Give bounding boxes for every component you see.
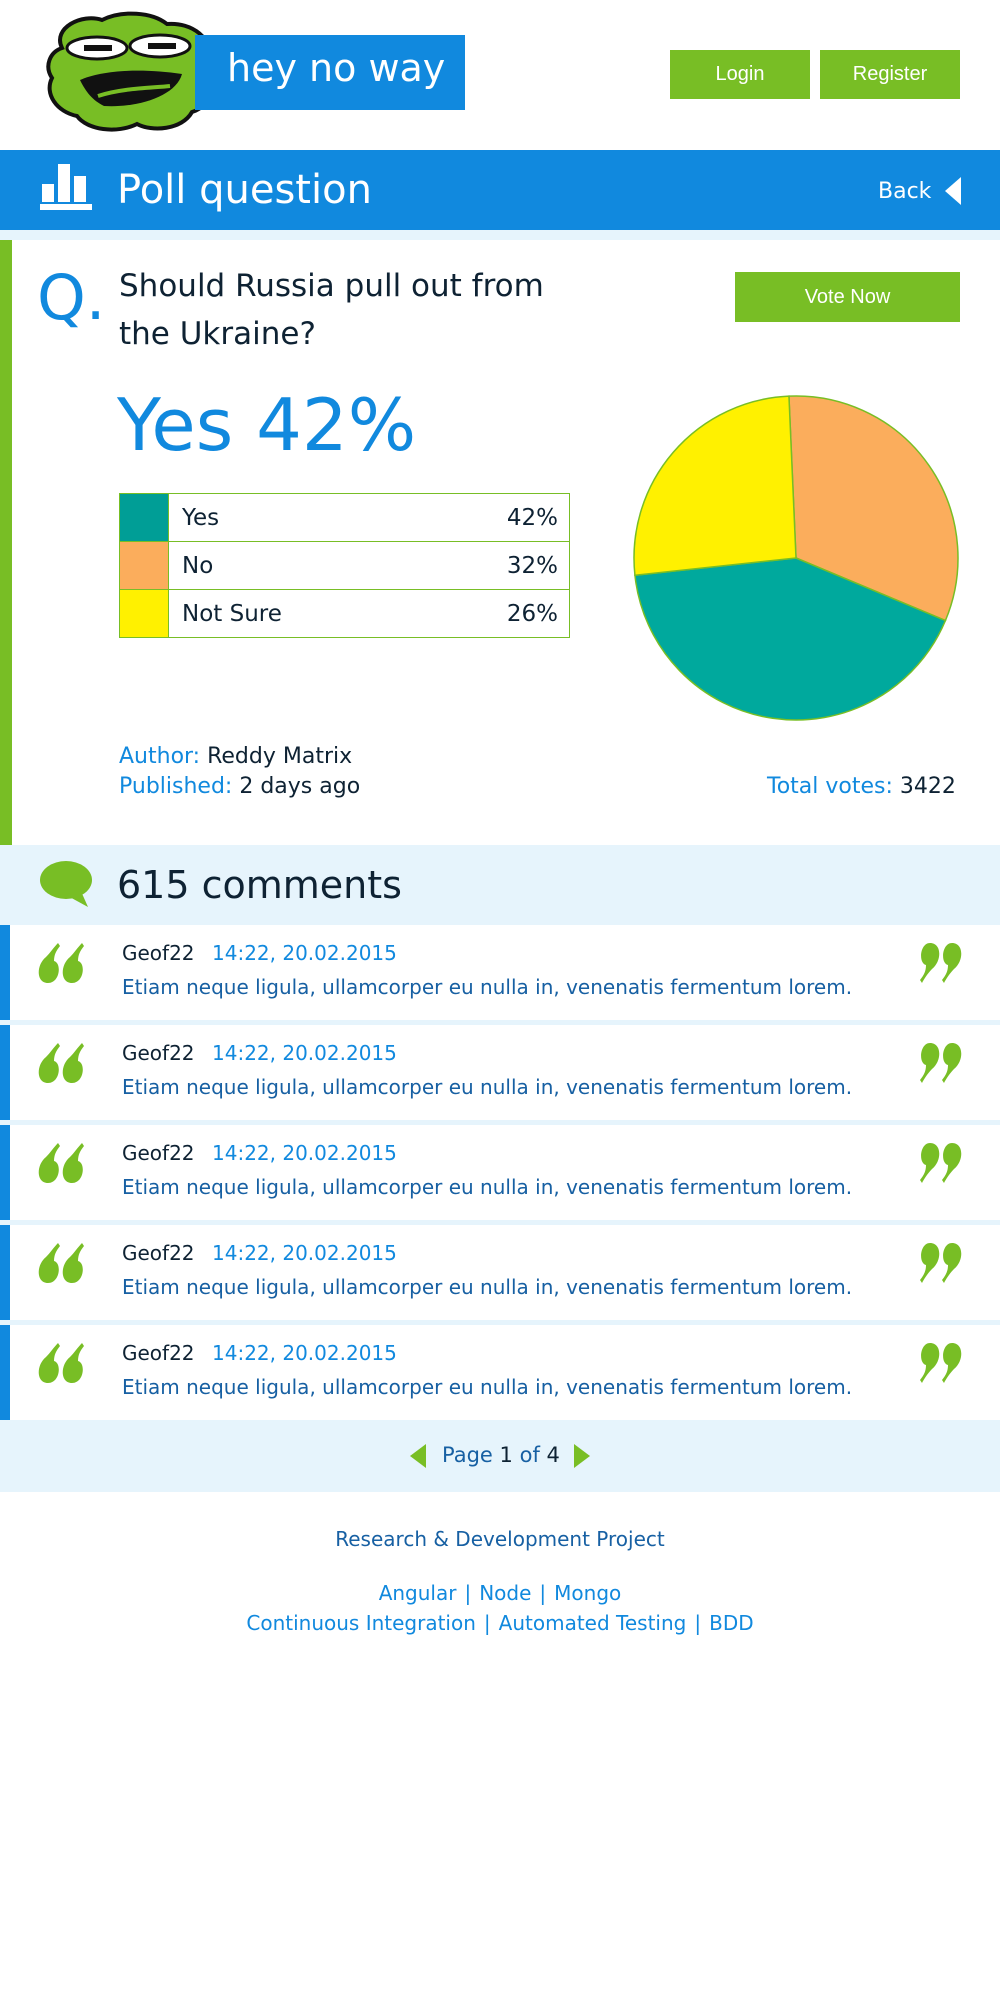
- back-link[interactable]: Back: [878, 174, 931, 210]
- page-current: 1: [499, 1443, 513, 1467]
- footer-process-links: Continuous Integration | Automated Testing…: [0, 1609, 1000, 1637]
- comment-timestamp: 14:22, 20.02.2015: [212, 1041, 397, 1065]
- option-label: Yes: [168, 493, 427, 542]
- color-swatch: [119, 541, 169, 590]
- published-key: Published:: [119, 774, 233, 799]
- vote-now-button[interactable]: Vote Now: [735, 272, 960, 322]
- comment-text: Etiam neque ligula, ullamcorper eu nulla…: [122, 1275, 853, 1299]
- previous-page-icon[interactable]: [410, 1444, 426, 1468]
- comment-author[interactable]: Geof22: [122, 1139, 195, 1167]
- pagination: Page 1 of 4: [0, 1420, 1000, 1492]
- page-of: of: [519, 1443, 540, 1467]
- footer-tech-links: Angular | Node | Mongo: [0, 1579, 1000, 1607]
- accent-bar: [0, 240, 12, 845]
- comments-header: 615 comments: [0, 845, 1000, 925]
- comment-item: Geof22 14:22, 20.02.2015 Etiam neque ligul…: [0, 925, 1000, 1020]
- close-quote-icon: [920, 1343, 962, 1383]
- results-pie-chart: [633, 395, 959, 721]
- open-quote-icon: [38, 1343, 84, 1383]
- published-value: 2 days ago: [239, 774, 361, 799]
- next-page-icon[interactable]: [574, 1444, 590, 1468]
- close-quote-icon: [920, 1243, 962, 1283]
- option-percent: 26%: [426, 589, 570, 638]
- open-quote-icon: [38, 1143, 84, 1183]
- open-quote-icon: [38, 943, 84, 983]
- comment-item: Geof22 14:22, 20.02.2015 Etiam neque ligul…: [0, 1125, 1000, 1220]
- author-name[interactable]: Reddy Matrix: [207, 744, 352, 769]
- option-label: No: [168, 541, 427, 590]
- footer-link[interactable]: Angular: [379, 1581, 457, 1605]
- brand-name[interactable]: hey no way: [227, 44, 445, 92]
- total-votes-value: 3422: [899, 774, 956, 799]
- results-legend: Yes 42% No 32% Not Sure 26%: [119, 493, 570, 638]
- page-total: 4: [546, 1443, 560, 1467]
- speech-bubble-icon: [40, 861, 92, 907]
- page-title: Poll question: [117, 167, 372, 213]
- color-swatch: [119, 493, 169, 542]
- link-separator: |: [694, 1611, 702, 1635]
- comment-item: Geof22 14:22, 20.02.2015 Etiam neque ligul…: [0, 1325, 1000, 1420]
- link-separator: |: [539, 1581, 547, 1605]
- option-label: Not Sure: [168, 589, 427, 638]
- register-button[interactable]: Register: [820, 50, 960, 99]
- comment-text: Etiam neque ligula, ullamcorper eu nulla…: [122, 1375, 853, 1399]
- close-quote-icon: [920, 1043, 962, 1083]
- comment-author[interactable]: Geof22: [122, 939, 195, 967]
- comment-text: Etiam neque ligula, ullamcorper eu nulla…: [122, 1175, 853, 1199]
- page-title-bar: Poll question Back: [0, 150, 1000, 230]
- leading-result: Yes 42%: [117, 383, 417, 467]
- author-line: Author: Reddy Matrix: [119, 742, 352, 772]
- comment-text: Etiam neque ligula, ullamcorper eu nulla…: [122, 1075, 853, 1099]
- legend-row: Yes 42%: [119, 493, 570, 542]
- comment-timestamp: 14:22, 20.02.2015: [212, 1141, 397, 1165]
- footer-title: Research & Development Project: [335, 1527, 665, 1551]
- author-key: Author:: [119, 744, 201, 769]
- close-quote-icon: [920, 1143, 962, 1183]
- link-separator: |: [483, 1611, 491, 1635]
- comment-item: Geof22 14:22, 20.02.2015 Etiam neque ligul…: [0, 1025, 1000, 1120]
- option-percent: 42%: [426, 493, 570, 542]
- bar-chart-icon: [40, 164, 92, 210]
- option-percent: 32%: [426, 541, 570, 590]
- footer-link[interactable]: Mongo: [554, 1581, 621, 1605]
- comment-timestamp: 14:22, 20.02.2015: [212, 1341, 397, 1365]
- total-votes-line: Total votes: 3422: [767, 772, 956, 802]
- pie-slice-not-sure: [633, 395, 797, 577]
- open-quote-icon: [38, 1243, 84, 1283]
- comment-author[interactable]: Geof22: [122, 1339, 195, 1367]
- site-header: hey no way Login Register: [0, 0, 1000, 150]
- triangle-left-icon[interactable]: [945, 177, 961, 205]
- total-votes-key: Total votes:: [767, 774, 893, 799]
- comment-text: Etiam neque ligula, ullamcorper eu nulla…: [122, 975, 853, 999]
- comment-author[interactable]: Geof22: [122, 1239, 195, 1267]
- comments-count: 615 comments: [117, 863, 402, 907]
- footer-link[interactable]: Automated Testing: [499, 1611, 687, 1635]
- comment-accent-bar: [0, 1125, 10, 1220]
- section-divider: [0, 230, 1000, 240]
- link-separator: |: [464, 1581, 472, 1605]
- open-quote-icon: [38, 1043, 84, 1083]
- comment-timestamp: 14:22, 20.02.2015: [212, 1241, 397, 1265]
- question-marker: Q.: [37, 261, 106, 334]
- login-button[interactable]: Login: [670, 50, 810, 99]
- question-text: Should Russia pull out from the Ukraine?: [119, 268, 544, 352]
- page-prefix: Page: [442, 1443, 493, 1467]
- footer-link[interactable]: Continuous Integration: [246, 1611, 476, 1635]
- comment-accent-bar: [0, 1225, 10, 1320]
- legend-row: No 32%: [119, 541, 570, 590]
- comment-accent-bar: [0, 1025, 10, 1120]
- comment-item: Geof22 14:22, 20.02.2015 Etiam neque ligul…: [0, 1225, 1000, 1320]
- color-swatch: [119, 589, 169, 638]
- comment-accent-bar: [0, 1325, 10, 1420]
- comment-author[interactable]: Geof22: [122, 1039, 195, 1067]
- legend-row: Not Sure 26%: [119, 589, 570, 638]
- footer-link[interactable]: BDD: [709, 1611, 754, 1635]
- published-line: Published: 2 days ago: [119, 772, 360, 802]
- comment-accent-bar: [0, 925, 10, 1020]
- close-quote-icon: [920, 943, 962, 983]
- comment-timestamp: 14:22, 20.02.2015: [212, 941, 397, 965]
- page-indicator: Page 1 of 4: [442, 1440, 560, 1470]
- footer-link[interactable]: Node: [479, 1581, 531, 1605]
